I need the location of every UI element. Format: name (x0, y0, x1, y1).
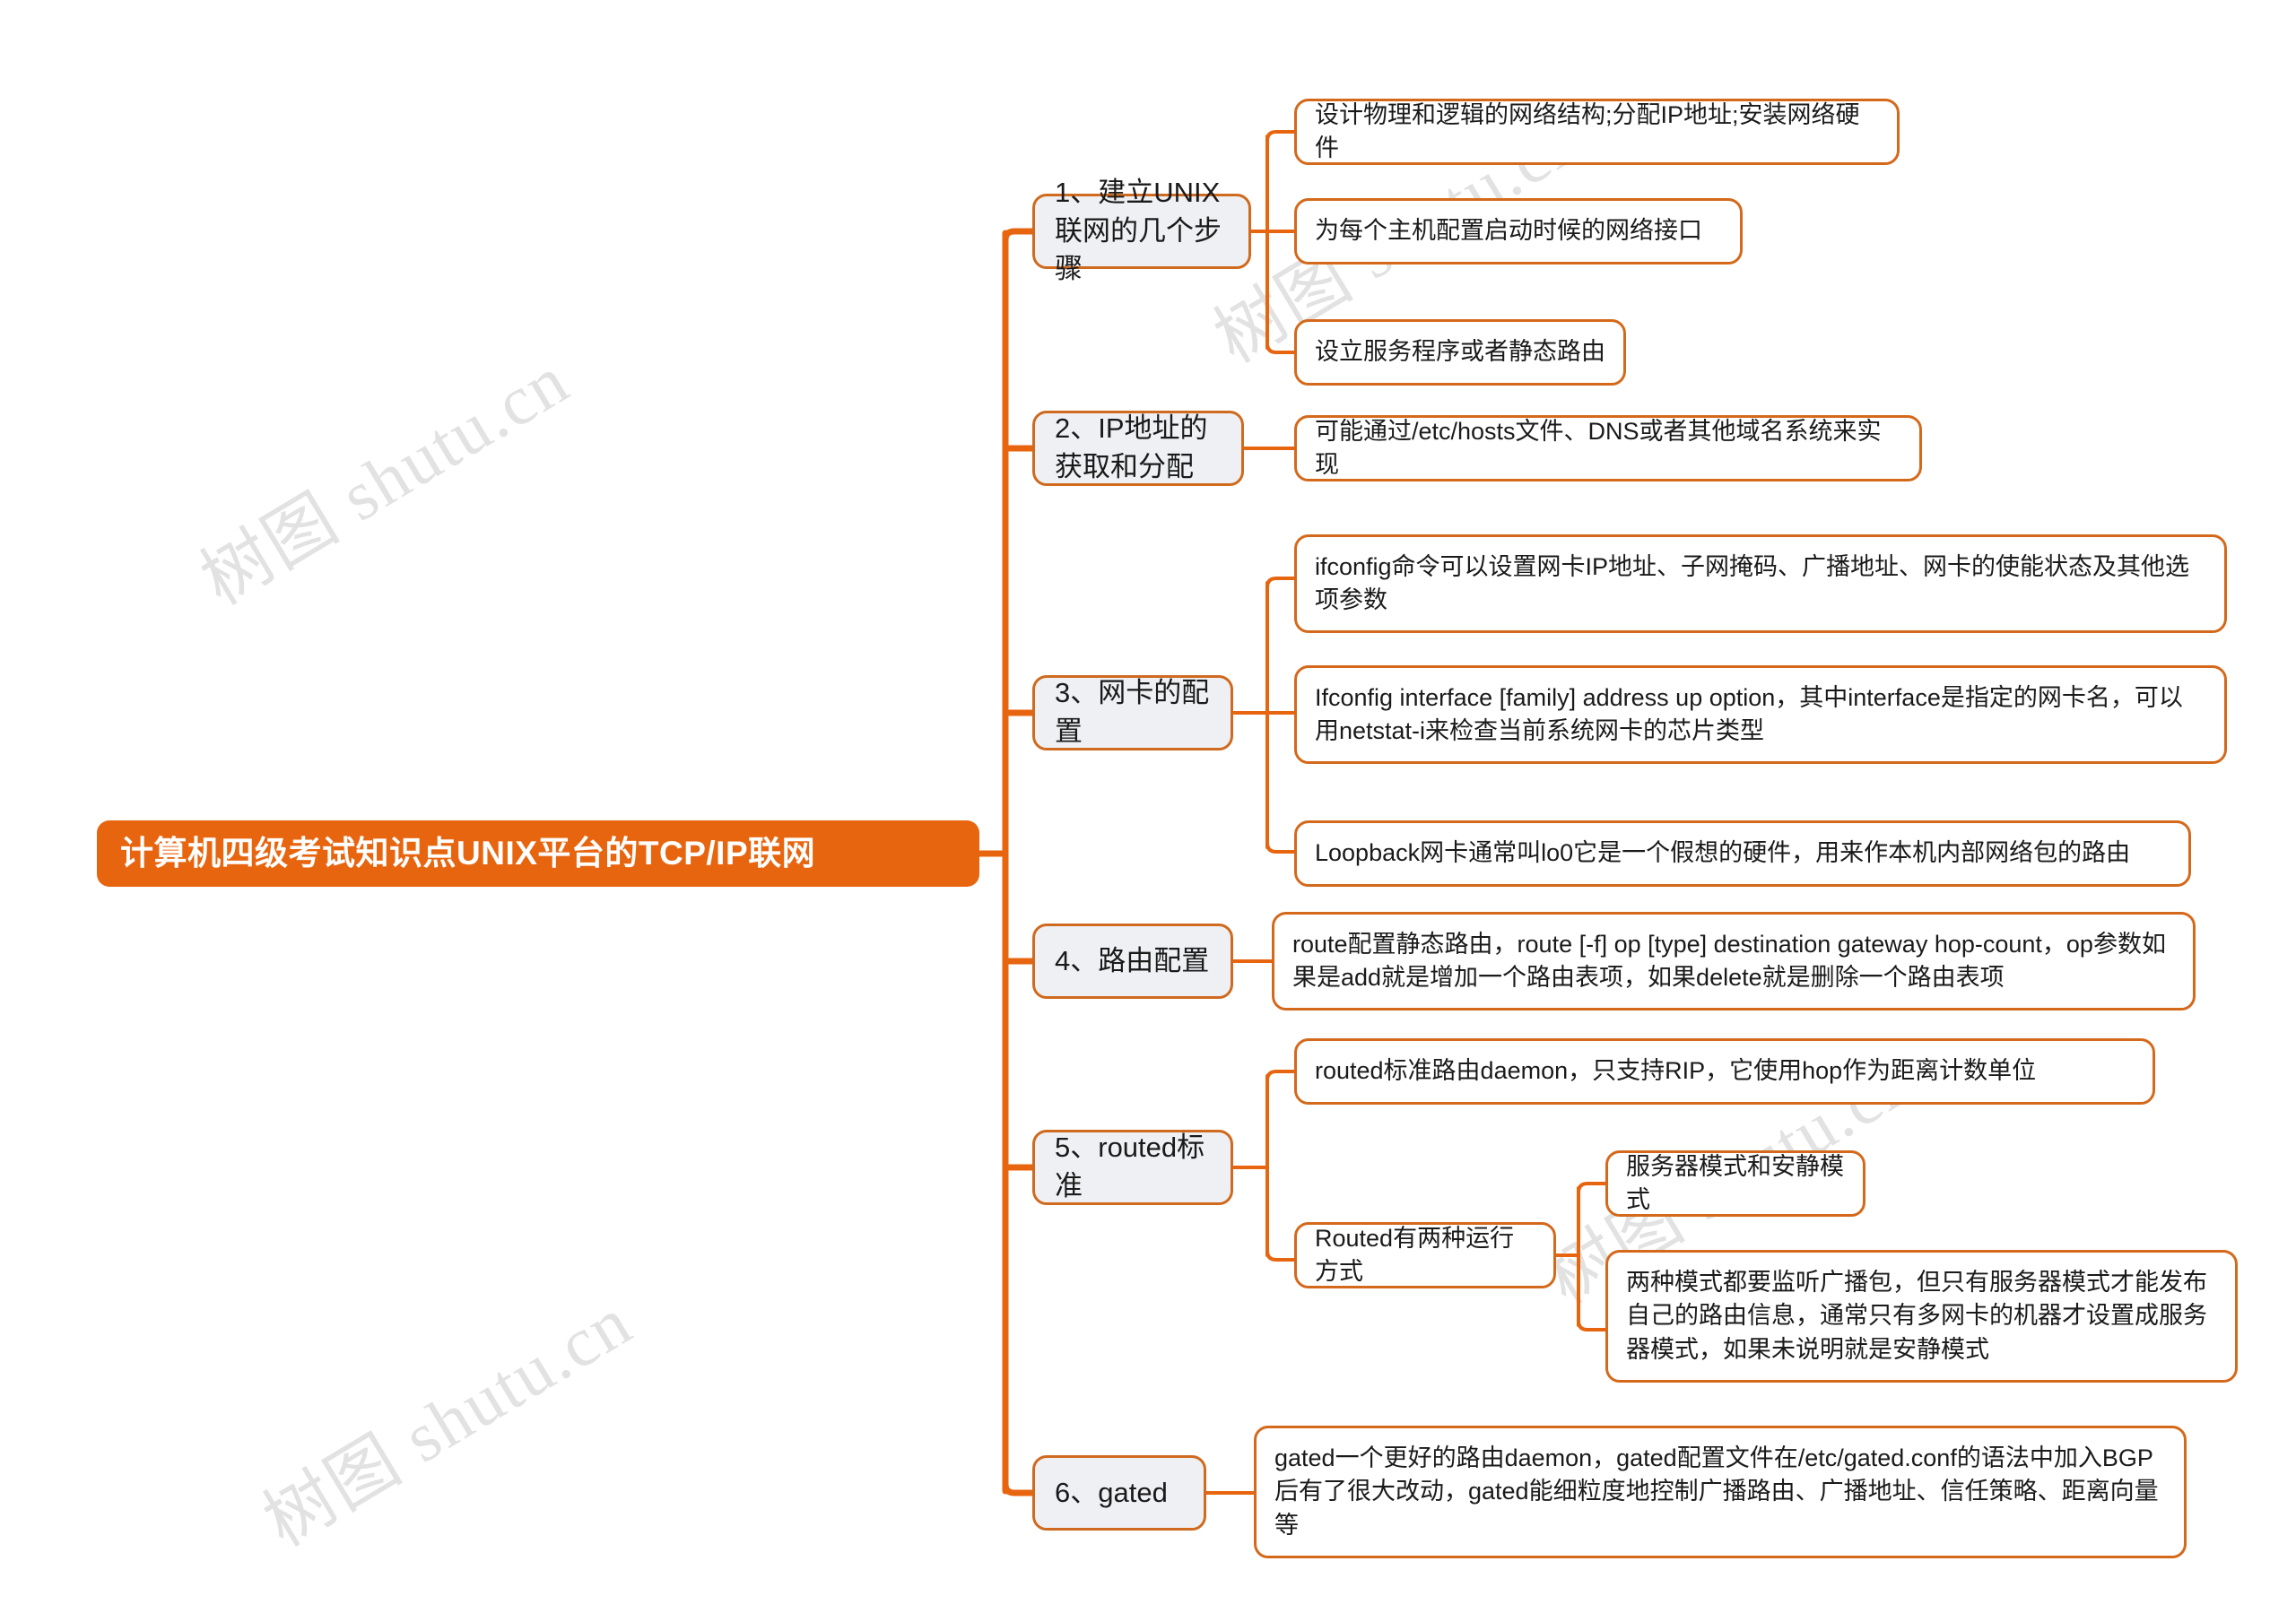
branch-node-4[interactable]: 4、路由配置 (1032, 924, 1233, 999)
leaf-node-3-3[interactable]: Loopback网卡通常叫lo0它是一个假想的硬件，用来作本机内部网络包的路由 (1294, 820, 2191, 887)
branch-node-2-label: 2、IP地址的获取和分配 (1055, 412, 1208, 482)
root-node-label: 计算机四级考试知识点UNIX平台的TCP/IP联网 (120, 835, 816, 872)
branch-node-4-label: 4、路由配置 (1055, 944, 1210, 976)
leaf-node-5-2-label: Routed有两种运行方式 (1315, 1224, 1515, 1285)
leaf-node-4-1-label: route配置静态路由，route [-f] op [type] destina… (1292, 930, 2166, 991)
branch-node-5[interactable]: 5、routed标准 (1032, 1130, 1233, 1205)
leaf-node-5-1[interactable]: routed标准路由daemon，只支持RIP，它使用hop作为距离计数单位 (1294, 1038, 2155, 1105)
leaf-node-5-2-2-label: 两种模式都要监听广播包，但只有服务器模式才能发布自己的路由信息，通常只有多网卡的… (1626, 1269, 2207, 1363)
branch-node-6[interactable]: 6、gated (1032, 1455, 1206, 1531)
watermark: 树图 shutu.cn (187, 340, 582, 620)
leaf-node-1-2-label: 为每个主机配置启动时候的网络接口 (1315, 217, 1702, 245)
leaf-node-1-1-label: 设计物理和逻辑的网络结构;分配IP地址;安装网络硬件 (1315, 100, 1860, 161)
leaf-node-5-2-1-label: 服务器模式和安静模式 (1626, 1152, 1844, 1213)
leaf-node-3-1-label: ifconfig命令可以设置网卡IP地址、子网掩码、广播地址、网卡的使能状态及其… (1315, 552, 2190, 613)
leaf-node-6-1-label: gated一个更好的路由daemon，gated配置文件在/etc/gated.… (1274, 1444, 2159, 1539)
leaf-node-4-1[interactable]: route配置静态路由，route [-f] op [type] destina… (1272, 912, 2196, 1010)
leaf-node-1-1[interactable]: 设计物理和逻辑的网络结构;分配IP地址;安装网络硬件 (1294, 99, 1900, 165)
leaf-node-3-1[interactable]: ifconfig命令可以设置网卡IP地址、子网掩码、广播地址、网卡的使能状态及其… (1294, 534, 2227, 633)
leaf-node-5-2-2[interactable]: 两种模式都要监听广播包，但只有服务器模式才能发布自己的路由信息，通常只有多网卡的… (1605, 1250, 2238, 1383)
branch-node-3-label: 3、网卡的配置 (1055, 677, 1210, 747)
leaf-node-5-2-1[interactable]: 服务器模式和安静模式 (1605, 1150, 1866, 1217)
branch-node-5-label: 5、routed标准 (1055, 1132, 1205, 1201)
leaf-node-2-1-label: 可能通过/etc/hosts文件、DNS或者其他域名系统来实现 (1315, 417, 1882, 478)
branch-node-6-label: 6、gated (1055, 1476, 1168, 1508)
leaf-node-3-2-label: Ifconfig interface [family] address up o… (1315, 683, 2183, 744)
leaf-node-6-1[interactable]: gated一个更好的路由daemon，gated配置文件在/etc/gated.… (1254, 1426, 2187, 1558)
leaf-node-3-2[interactable]: Ifconfig interface [family] address up o… (1294, 665, 2227, 764)
leaf-node-1-2[interactable]: 为每个主机配置启动时候的网络接口 (1294, 198, 1743, 265)
watermark: 树图 shutu.cn (250, 1281, 645, 1561)
leaf-node-5-2[interactable]: Routed有两种运行方式 (1294, 1222, 1556, 1288)
root-node[interactable]: 计算机四级考试知识点UNIX平台的TCP/IP联网 (97, 820, 979, 887)
branch-node-3[interactable]: 3、网卡的配置 (1032, 675, 1233, 750)
leaf-node-3-3-label: Loopback网卡通常叫lo0它是一个假想的硬件，用来作本机内部网络包的路由 (1315, 839, 2131, 867)
branch-node-1-label: 1、建立UNIX联网的几个步骤 (1055, 176, 1222, 285)
branch-node-1[interactable]: 1、建立UNIX联网的几个步骤 (1032, 177, 1251, 284)
leaf-node-1-3[interactable]: 设立服务程序或者静态路由 (1294, 319, 1626, 386)
leaf-node-1-3-label: 设立服务程序或者静态路由 (1315, 338, 1605, 366)
branch-node-2[interactable]: 2、IP地址的获取和分配 (1032, 411, 1244, 486)
leaf-node-5-1-label: routed标准路由daemon，只支持RIP，它使用hop作为距离计数单位 (1315, 1057, 2037, 1085)
leaf-node-2-1[interactable]: 可能通过/etc/hosts文件、DNS或者其他域名系统来实现 (1294, 415, 1922, 481)
mindmap-canvas: 树图 shutu.cn 树图 shutu.cn 树图 shutu.cn 树图 s… (0, 0, 2296, 1622)
